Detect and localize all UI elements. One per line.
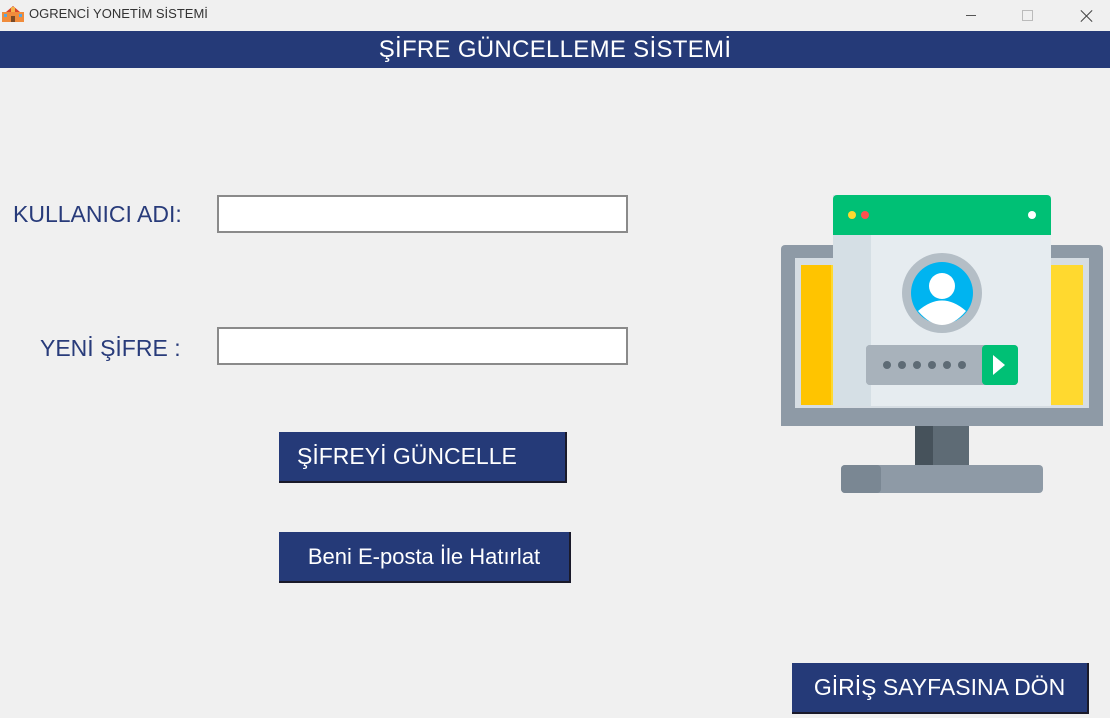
app-window: OGRENCİ YONETİM SİSTEMİ ŞİFRE GÜNCELLEME… <box>0 0 1110 718</box>
maximize-icon <box>1021 9 1033 21</box>
school-building-icon <box>2 6 24 22</box>
new-password-label: YENİ ŞİFRE : <box>40 335 181 361</box>
new-password-input[interactable] <box>217 327 628 365</box>
update-password-button[interactable]: ŞİFREYİ GÜNCELLE <box>279 432 567 483</box>
minimize-button[interactable] <box>948 0 994 30</box>
window-title: OGRENCİ YONETİM SİSTEMİ <box>29 6 208 21</box>
email-reminder-button[interactable]: Beni E-posta İle Hatırlat <box>279 532 571 583</box>
username-label: KULLANICI ADI: <box>13 201 182 227</box>
page-title: ŞİFRE GÜNCELLEME SİSTEMİ <box>0 31 1110 68</box>
title-bar: OGRENCİ YONETİM SİSTEMİ <box>0 0 1110 31</box>
close-icon <box>1080 9 1093 22</box>
minimize-icon <box>966 14 976 16</box>
computer-login-illustration <box>781 195 1103 493</box>
maximize-button[interactable] <box>1004 0 1050 30</box>
username-input[interactable] <box>217 195 628 233</box>
back-to-login-button[interactable]: GİRİŞ SAYFASINA DÖN <box>792 663 1089 714</box>
close-button[interactable] <box>1063 0 1109 30</box>
